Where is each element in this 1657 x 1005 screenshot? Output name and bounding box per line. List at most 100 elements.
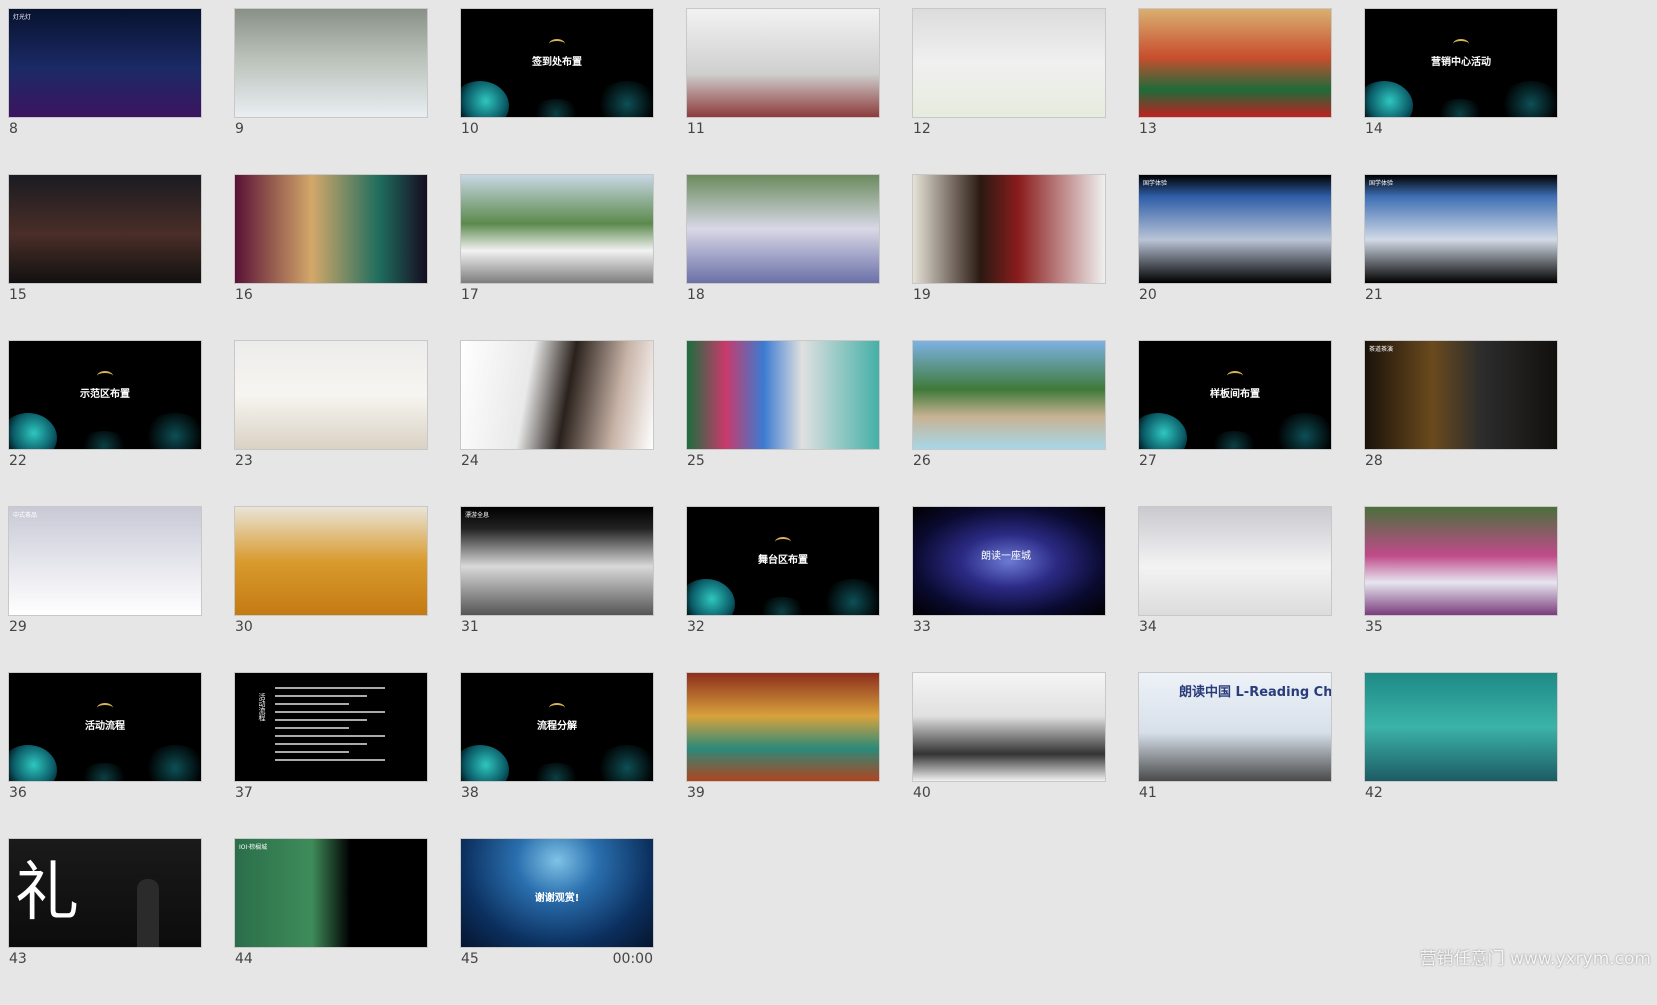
slide-number: 28 bbox=[1365, 453, 1383, 469]
slide-thumbnail[interactable] bbox=[234, 506, 428, 616]
slide-number: 31 bbox=[461, 619, 479, 635]
slide-cell: 25 bbox=[686, 340, 880, 507]
slide-cell: 35 bbox=[1364, 506, 1558, 673]
slide-thumbnail[interactable] bbox=[1364, 506, 1558, 616]
slide-thumbnail[interactable]: 中式茶品 bbox=[8, 506, 202, 616]
text-line bbox=[275, 719, 367, 721]
slide-thumbnail[interactable]: 活动流程 bbox=[8, 672, 202, 782]
slide-thumbnail[interactable] bbox=[686, 174, 880, 284]
slide-number: 16 bbox=[235, 287, 253, 303]
slide-thumbnail[interactable] bbox=[912, 174, 1106, 284]
decor-glow bbox=[595, 745, 653, 781]
slide-cell: 24 bbox=[460, 340, 654, 507]
slide-title: 示范区布置 bbox=[80, 389, 130, 400]
slide-thumbnail[interactable] bbox=[686, 8, 880, 118]
slide-thumbnail[interactable]: 活动流程 bbox=[234, 672, 428, 782]
slide-thumbnail[interactable] bbox=[234, 340, 428, 450]
slide-thumbnail[interactable] bbox=[8, 174, 202, 284]
logo-icon bbox=[549, 703, 565, 713]
slide-caption: 漂游全息 bbox=[465, 512, 490, 519]
slide-cell: 茶道茶演 28 bbox=[1364, 340, 1558, 507]
slide-cell: 灯光灯 8 bbox=[8, 8, 202, 175]
slide-number: 39 bbox=[687, 785, 705, 801]
slide-number: 22 bbox=[9, 453, 27, 469]
slide-caption: 国学体验 bbox=[1143, 180, 1168, 187]
slide-thumbnail[interactable]: 流程分解 bbox=[460, 672, 654, 782]
decor-glow bbox=[79, 763, 129, 781]
slide-cell: 15 bbox=[8, 174, 202, 341]
slide-thumbnail[interactable] bbox=[1138, 506, 1332, 616]
slide-cell: 34 bbox=[1138, 506, 1332, 673]
calligraphy-text: 礼 bbox=[15, 856, 79, 930]
slide-thumbnail[interactable] bbox=[234, 8, 428, 118]
slide-number: 41 bbox=[1139, 785, 1157, 801]
slide-number: 29 bbox=[9, 619, 27, 635]
slide-number: 23 bbox=[235, 453, 253, 469]
slide-cell: 30 bbox=[234, 506, 428, 673]
slide-cell: 漂游全息 31 bbox=[460, 506, 654, 673]
slide-cell: 国学体验 20 bbox=[1138, 174, 1332, 341]
slide-number: 42 bbox=[1365, 785, 1383, 801]
slide-cell: 活动流程 37 bbox=[234, 672, 428, 839]
slide-thumbnail[interactable]: IOI·棕榈城 bbox=[234, 838, 428, 948]
logo-icon bbox=[97, 703, 113, 713]
decor-glow bbox=[79, 431, 129, 449]
slide-cell: 42 bbox=[1364, 672, 1558, 839]
slide-thumbnail[interactable]: 灯光灯 bbox=[8, 8, 202, 118]
slide-number: 14 bbox=[1365, 121, 1383, 137]
decor-glow bbox=[757, 597, 807, 615]
slide-thumbnail[interactable] bbox=[1364, 672, 1558, 782]
slide-thumbnail[interactable]: 营销中心活动 bbox=[1364, 8, 1558, 118]
slide-cell: 样板间布置 27 bbox=[1138, 340, 1332, 507]
slide-thumbnail[interactable]: 签到处布置 bbox=[460, 8, 654, 118]
slide-cell: 示范区布置 22 bbox=[8, 340, 202, 507]
slide-thumbnail[interactable]: 漂游全息 bbox=[460, 506, 654, 616]
slide-cell: 谢谢观赏! 45 00:00 bbox=[460, 838, 654, 1005]
slide-cell: 19 bbox=[912, 174, 1106, 341]
decor-glow bbox=[687, 579, 735, 615]
slide-thumbnail[interactable] bbox=[912, 8, 1106, 118]
slide-thumbnail[interactable] bbox=[912, 672, 1106, 782]
slide-number: 32 bbox=[687, 619, 705, 635]
slide-cell: 39 bbox=[686, 672, 880, 839]
slide-number: 26 bbox=[913, 453, 931, 469]
slide-thumbnail[interactable]: 谢谢观赏! bbox=[460, 838, 654, 948]
text-line bbox=[275, 759, 385, 761]
slide-thumbnail[interactable] bbox=[460, 174, 654, 284]
slide-number: 12 bbox=[913, 121, 931, 137]
slide-thumbnail[interactable] bbox=[686, 340, 880, 450]
slide-thumbnail[interactable] bbox=[686, 672, 880, 782]
slide-thumbnail[interactable]: 朗读中国 L-Reading China bbox=[1138, 672, 1332, 782]
decor-glow bbox=[1435, 99, 1485, 117]
decor-glow bbox=[461, 745, 509, 781]
slide-thumbnail[interactable]: 舞台区布置 bbox=[686, 506, 880, 616]
decor-glow bbox=[1139, 413, 1187, 449]
slide-thumbnail[interactable]: 朗读一座城 bbox=[912, 506, 1106, 616]
slide-thumbnail[interactable]: 国学体验 bbox=[1364, 174, 1558, 284]
slide-thumbnail[interactable] bbox=[234, 174, 428, 284]
text-line bbox=[275, 751, 349, 753]
decor-glow bbox=[531, 99, 581, 117]
slide-title: 活动流程 bbox=[85, 721, 125, 732]
slide-thumbnail[interactable]: 礼 bbox=[8, 838, 202, 948]
slide-thumbnail[interactable] bbox=[912, 340, 1106, 450]
slide-thumbnail[interactable]: 示范区布置 bbox=[8, 340, 202, 450]
slide-thumbnail[interactable]: 样板间布置 bbox=[1138, 340, 1332, 450]
slide-caption: 茶道茶演 bbox=[1369, 346, 1394, 353]
slide-cell: IOI·棕榈城 44 bbox=[234, 838, 428, 1005]
slide-cell: 9 bbox=[234, 8, 428, 175]
text-line bbox=[275, 703, 349, 705]
slide-cell: 18 bbox=[686, 174, 880, 341]
slide-thumbnail[interactable]: 茶道茶演 bbox=[1364, 340, 1558, 450]
slide-thumbnail[interactable]: 国学体验 bbox=[1138, 174, 1332, 284]
slide-cell: 国学体验 21 bbox=[1364, 174, 1558, 341]
slide-number: 18 bbox=[687, 287, 705, 303]
slide-cell: 12 bbox=[912, 8, 1106, 175]
slide-number: 45 bbox=[461, 951, 479, 967]
slide-number: 10 bbox=[461, 121, 479, 137]
decor-glow bbox=[461, 81, 509, 117]
slide-thumbnail[interactable] bbox=[1138, 8, 1332, 118]
text-line bbox=[275, 735, 385, 737]
slide-thumbnail[interactable] bbox=[460, 340, 654, 450]
slide-cell: 流程分解 38 bbox=[460, 672, 654, 839]
